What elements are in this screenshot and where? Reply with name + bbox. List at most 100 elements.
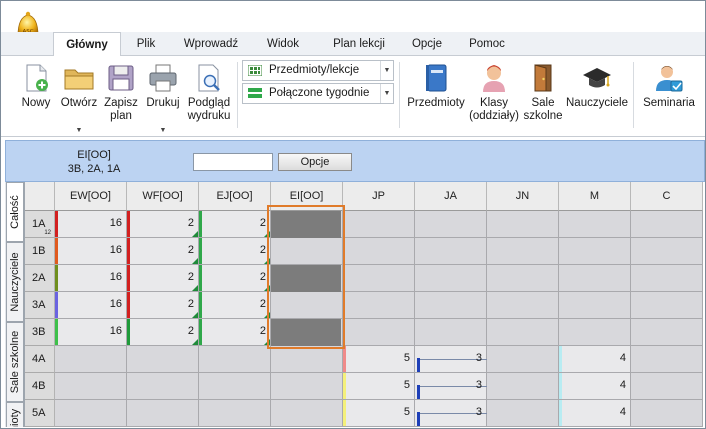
view-mode-dropdown-icon[interactable]: ▼ (380, 61, 393, 80)
row-header[interactable]: 4A (25, 346, 55, 373)
grid-cell[interactable] (487, 211, 559, 238)
grid-cell[interactable] (55, 373, 127, 400)
search-input[interactable] (193, 153, 273, 171)
seminars-button[interactable]: Seminaria (639, 56, 699, 134)
tab-widok[interactable]: Widok (257, 32, 309, 56)
grid-cell[interactable]: 2 (127, 292, 199, 319)
grid-cell[interactable] (199, 373, 271, 400)
grid-cell[interactable] (271, 400, 343, 427)
save-button[interactable]: Zapisz plan (101, 56, 141, 134)
row-header[interactable]: 4B (25, 373, 55, 400)
grid-cell[interactable] (415, 292, 487, 319)
tab-plan-lekcji[interactable]: Plan lekcji (321, 32, 397, 56)
row-header[interactable]: 3B (25, 319, 55, 346)
new-button[interactable]: Nowy (17, 56, 55, 134)
teachers-button[interactable]: Nauczyciele (565, 56, 629, 134)
grid-cell[interactable]: 2 (127, 211, 199, 238)
grid-cell[interactable] (343, 319, 415, 346)
grid-cell[interactable] (415, 319, 487, 346)
col-jp-header[interactable]: JP (343, 182, 415, 211)
open-dropdown-icon[interactable]: ▼ (57, 124, 101, 137)
grid-cell[interactable]: 3 (415, 346, 488, 373)
print-button[interactable]: Drukuj ▼ (142, 56, 184, 134)
grid-cell[interactable]: 4 (559, 373, 631, 400)
grid-cell[interactable]: 2 (127, 265, 199, 292)
grid-cell[interactable]: 16 (55, 319, 127, 346)
grid-cell[interactable] (559, 265, 631, 292)
tab-pomoc[interactable]: Pomoc (461, 32, 513, 56)
grid-cell[interactable] (343, 211, 415, 238)
grid-cell[interactable]: 3 (415, 400, 488, 427)
grid-cell[interactable] (271, 373, 343, 400)
grid-cell[interactable] (487, 292, 559, 319)
weeks-combo[interactable]: Połączone tygodnie ▼ (242, 83, 394, 104)
grid-cell[interactable]: 16 (55, 265, 127, 292)
tab-glowny[interactable]: Główny (53, 32, 121, 57)
row-header[interactable]: 5A (25, 400, 55, 427)
grid-cell[interactable]: 3 (415, 373, 488, 400)
col-ew-header[interactable]: EW[OO] (55, 182, 127, 211)
row-header[interactable]: 3A (25, 292, 55, 319)
grid-cell[interactable]: 16 (55, 292, 127, 319)
tab-wprowadz[interactable]: Wprowadź (176, 32, 246, 56)
row-header[interactable]: 2A (25, 265, 55, 292)
grid-cell[interactable] (559, 211, 631, 238)
grid-cell[interactable] (487, 238, 559, 265)
grid-cell[interactable]: 4 (559, 400, 631, 427)
grid-cell[interactable] (631, 238, 703, 265)
col-c-header[interactable]: C (631, 182, 703, 211)
row-header[interactable]: 1A 12 (25, 211, 55, 238)
grid-cell[interactable] (55, 346, 127, 373)
grid-cell[interactable] (199, 346, 271, 373)
grid-cell[interactable] (631, 346, 703, 373)
grid-cell[interactable] (487, 373, 559, 400)
grid-cell[interactable]: 16 (55, 211, 127, 238)
options-button[interactable]: Opcje (278, 153, 352, 171)
side-tab-sale[interactable]: Sale szkolne (6, 322, 24, 402)
grid-cell[interactable] (271, 346, 343, 373)
grid-cell[interactable] (487, 400, 559, 427)
print-preview-button[interactable]: Podgląd wydruku (185, 56, 233, 134)
grid-cell[interactable]: 2 (127, 238, 199, 265)
grid-cell[interactable] (487, 346, 559, 373)
print-dropdown-icon[interactable]: ▼ (142, 124, 184, 137)
grid-cell[interactable] (127, 400, 199, 427)
grid-cell[interactable] (343, 265, 415, 292)
grid-cell[interactable] (559, 238, 631, 265)
grid-cell[interactable]: 2 (127, 319, 199, 346)
col-m-header[interactable]: M (559, 182, 631, 211)
col-ja-header[interactable]: JA (415, 182, 487, 211)
grid-cell[interactable] (415, 265, 487, 292)
grid-cell[interactable] (343, 292, 415, 319)
grid-cell[interactable]: 2 (199, 292, 271, 319)
grid-cell[interactable] (631, 373, 703, 400)
view-mode-combo[interactable]: Przedmioty/lekcje ▼ (242, 60, 394, 81)
subjects-button[interactable]: Przedmioty (405, 56, 467, 134)
grid-cell[interactable] (487, 265, 559, 292)
grid-cell[interactable] (343, 238, 415, 265)
grid-cell[interactable] (199, 400, 271, 427)
tab-plik[interactable]: Plik (127, 32, 165, 56)
grid-cell[interactable]: 2 (199, 265, 271, 292)
grid-cell[interactable]: 2 (199, 319, 271, 346)
grid-cell[interactable] (631, 211, 703, 238)
grid-cell[interactable] (631, 265, 703, 292)
col-ej-header[interactable]: EJ[OO] (199, 182, 271, 211)
grid-cell[interactable] (415, 238, 487, 265)
grid-cell[interactable]: 5 (343, 346, 415, 373)
grid-cell[interactable] (487, 319, 559, 346)
grid-cell[interactable] (559, 292, 631, 319)
classrooms-button[interactable]: Sale szkolne (521, 56, 565, 134)
grid-cell[interactable] (559, 319, 631, 346)
grid-cell[interactable]: 5 (343, 400, 415, 427)
side-tab-nauczyciele[interactable]: Nauczyciele (6, 242, 24, 322)
grid-cell[interactable]: 5 (343, 373, 415, 400)
grid-cell[interactable] (631, 292, 703, 319)
classes-button[interactable]: Klasy (oddziały) (467, 56, 521, 134)
grid-cell[interactable]: 2 (199, 211, 271, 238)
weeks-dropdown-icon[interactable]: ▼ (380, 84, 393, 103)
grid-cell[interactable] (127, 346, 199, 373)
open-button[interactable]: Otwórz ▼ (57, 56, 101, 134)
grid-cell[interactable]: 4 (559, 346, 631, 373)
grid-cell[interactable]: 2 (199, 238, 271, 265)
